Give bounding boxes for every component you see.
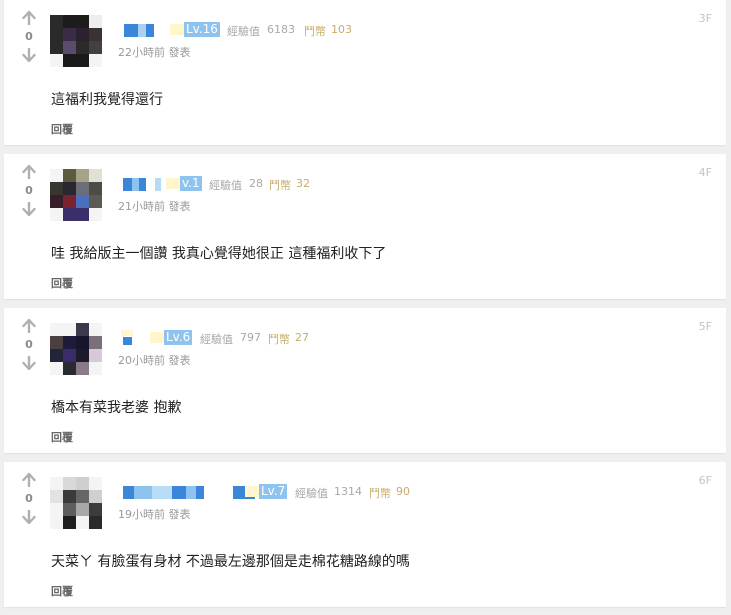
comment-text: 橋本有菜我老婆 抱歉 [51, 400, 182, 416]
exp-label: 經驗值 [209, 179, 242, 192]
username[interactable] [123, 337, 132, 345]
vote-control: 0 [18, 165, 40, 216]
up-arrow-icon[interactable] [22, 165, 36, 179]
vote-count: 0 [25, 492, 33, 505]
floor-number: 5F [698, 320, 712, 333]
coin-value: 27 [295, 331, 309, 344]
vote-control: 0 [18, 11, 40, 62]
username[interactable] [124, 24, 138, 37]
post-time: 22小時前 發表 [118, 46, 191, 59]
avatar[interactable] [50, 323, 102, 375]
reply-button[interactable]: 回覆 [51, 429, 73, 445]
vote-control: 0 [18, 319, 40, 370]
reply-button[interactable]: 回覆 [51, 121, 73, 137]
down-arrow-icon[interactable] [22, 510, 36, 524]
level-badge: Lv.7 [244, 484, 288, 499]
exp-value: 1314 [334, 485, 362, 498]
up-arrow-icon[interactable] [22, 473, 36, 487]
floor-number: 6F [698, 474, 712, 487]
up-arrow-icon[interactable] [22, 319, 36, 333]
down-arrow-icon[interactable] [22, 356, 36, 370]
level-badge: Lv.6 [149, 330, 193, 345]
down-arrow-icon[interactable] [22, 202, 36, 216]
floor-number: 3F [698, 12, 712, 25]
avatar[interactable] [50, 15, 102, 67]
reply-button[interactable]: 回覆 [51, 583, 73, 599]
post-time: 20小時前 發表 [118, 354, 191, 367]
exp-value: 28 [249, 177, 263, 190]
comment-card: 0 v.1 經驗值 28 鬥幣 32 21小時前 發表 4F 哇 我給版主一個讚… [4, 154, 726, 299]
vote-control: 0 [18, 473, 40, 524]
comment-text: 哇 我給版主一個讚 我真心覺得她很正 這種福利收下了 [51, 246, 387, 262]
coin-label: 鬥幣 [268, 333, 290, 346]
coin-label: 鬥幣 [369, 487, 391, 500]
level-badge: Lv.16 [170, 22, 220, 37]
coin-label: 鬥幣 [304, 25, 326, 38]
exp-label: 經驗值 [227, 25, 260, 38]
post-time: 21小時前 發表 [118, 200, 191, 213]
exp-label: 經驗值 [200, 333, 233, 346]
level-badge: v.1 [166, 176, 202, 191]
avatar[interactable] [50, 169, 102, 221]
down-arrow-icon[interactable] [22, 48, 36, 62]
post-time: 19小時前 發表 [118, 508, 191, 521]
comment-text: 這福利我覺得還行 [51, 92, 163, 108]
exp-value: 6183 [267, 23, 295, 36]
comment-card: 0 Lv.16 經驗值 6183 鬥幣 103 22小時前 發表 3F 這福利我… [4, 0, 726, 145]
coin-value: 32 [296, 177, 310, 190]
exp-value: 797 [240, 331, 261, 344]
comment-text: 天菜ㄚ 有臉蛋有身材 不過最左邊那個是走棉花糖路線的嗎 [51, 554, 410, 570]
reply-button[interactable]: 回覆 [51, 275, 73, 291]
username[interactable] [123, 178, 132, 191]
vote-count: 0 [25, 30, 33, 43]
up-arrow-icon[interactable] [22, 11, 36, 25]
floor-number: 4F [698, 166, 712, 179]
coin-value: 90 [396, 485, 410, 498]
coin-label: 鬥幣 [269, 179, 291, 192]
vote-count: 0 [25, 184, 33, 197]
comment-card: 0 Lv.6 經驗值 797 鬥幣 27 20小時前 發表 5F 橋本有菜我老婆… [4, 308, 726, 453]
comment-card: 0 Lv.7 經驗值 1314 鬥幣 90 19小時前 發表 6F 天菜ㄚ 有臉… [4, 462, 726, 607]
coin-value: 103 [331, 23, 352, 36]
username[interactable] [123, 486, 134, 499]
exp-label: 經驗值 [295, 487, 328, 500]
avatar[interactable] [50, 477, 102, 529]
vote-count: 0 [25, 338, 33, 351]
